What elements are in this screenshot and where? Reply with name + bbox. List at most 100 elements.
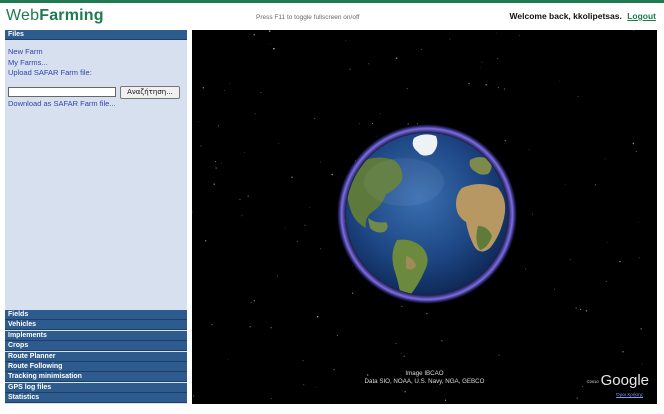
star	[249, 325, 251, 328]
star	[221, 162, 223, 164]
star	[336, 334, 338, 337]
star	[270, 327, 272, 329]
star	[479, 66, 481, 68]
star	[244, 152, 245, 154]
star	[291, 176, 293, 178]
welcome-area: Welcome back, kkolipetsas. Logout	[510, 11, 656, 21]
star	[637, 222, 639, 223]
star	[352, 292, 354, 294]
star	[359, 123, 360, 125]
star	[519, 35, 520, 36]
section-crops[interactable]: Crops	[5, 341, 187, 352]
star	[268, 30, 271, 32]
section-statistics[interactable]: Statistics	[5, 393, 187, 404]
star	[400, 352, 402, 354]
star	[227, 359, 229, 360]
star	[579, 308, 582, 311]
star	[277, 275, 278, 277]
star	[247, 195, 249, 197]
star	[302, 360, 304, 362]
star	[319, 161, 321, 163]
download-safar-link[interactable]: Download as SAFAR Farm file...	[8, 99, 116, 108]
logo-farming: Farming	[39, 7, 104, 24]
star	[605, 280, 607, 282]
star	[379, 113, 381, 114]
star	[559, 80, 560, 82]
star	[619, 260, 621, 263]
star	[604, 158, 606, 160]
star	[193, 395, 195, 397]
star	[497, 58, 499, 60]
terms-link[interactable]: Όροι Χρήσης	[616, 392, 643, 397]
logo-web: Web	[6, 7, 40, 24]
star	[403, 355, 405, 357]
star	[315, 387, 317, 389]
star	[260, 92, 262, 94]
star	[241, 215, 243, 217]
star	[376, 135, 378, 137]
star	[441, 339, 443, 342]
star	[481, 61, 483, 63]
files-section-header[interactable]: Files	[5, 30, 187, 40]
my-farms-link[interactable]: My Farms...	[8, 58, 48, 67]
star	[585, 310, 588, 312]
section-implements[interactable]: Implements	[5, 330, 187, 341]
star	[503, 88, 506, 90]
star	[421, 49, 423, 50]
browse-button[interactable]: Αναζήτηση...	[120, 86, 180, 99]
star	[582, 386, 584, 388]
star	[314, 117, 316, 120]
star	[192, 211, 193, 213]
star	[594, 184, 596, 186]
star	[278, 143, 279, 145]
star	[406, 88, 408, 90]
star	[524, 268, 526, 270]
welcome-text: Welcome back, kkolipetsas.	[509, 11, 622, 21]
star	[577, 96, 579, 98]
star	[331, 173, 333, 176]
accordion-sections: Fields Vehicles Implements Crops Route P…	[5, 310, 187, 404]
upload-file-input[interactable]	[8, 87, 116, 97]
star	[352, 265, 353, 267]
star	[349, 68, 351, 70]
star	[211, 323, 213, 326]
star	[250, 301, 252, 304]
section-fields[interactable]: Fields	[5, 310, 187, 320]
star	[296, 240, 299, 243]
star	[426, 313, 428, 315]
star	[564, 183, 566, 185]
star	[532, 213, 534, 215]
star	[205, 240, 207, 242]
star	[202, 87, 204, 89]
fullscreen-hint: Press F11 to toggle fullscreen on/off	[256, 14, 360, 21]
star	[254, 113, 256, 115]
star	[401, 305, 403, 307]
star	[273, 47, 275, 50]
star	[316, 315, 319, 318]
star	[504, 139, 507, 142]
star	[345, 39, 347, 41]
star	[641, 363, 643, 365]
copyright-text: ©2010	[586, 378, 599, 384]
star	[635, 150, 637, 153]
google-wordmark: Google	[600, 372, 649, 389]
star	[528, 149, 530, 151]
new-farm-link[interactable]: New Farm	[8, 47, 43, 56]
section-vehicles[interactable]: Vehicles	[5, 320, 187, 331]
earth-map-view[interactable]: Image IBCAO Data SIO, NOAA, U.S. Navy, N…	[192, 30, 657, 404]
star	[638, 257, 640, 259]
section-route-planner[interactable]: Route Planner	[5, 351, 187, 362]
star	[575, 307, 577, 309]
logout-link[interactable]: Logout	[627, 11, 656, 21]
star	[576, 397, 578, 399]
section-gps-log-files[interactable]: GPS log files	[5, 382, 187, 393]
section-route-following[interactable]: Route Following	[5, 361, 187, 372]
star	[253, 34, 255, 36]
star	[632, 142, 635, 145]
star	[270, 43, 271, 45]
star	[640, 327, 642, 330]
section-tracking-minimisation[interactable]: Tracking minimisation	[5, 372, 187, 383]
star	[213, 183, 215, 185]
globe-graphic	[192, 30, 643, 404]
star	[468, 82, 470, 85]
